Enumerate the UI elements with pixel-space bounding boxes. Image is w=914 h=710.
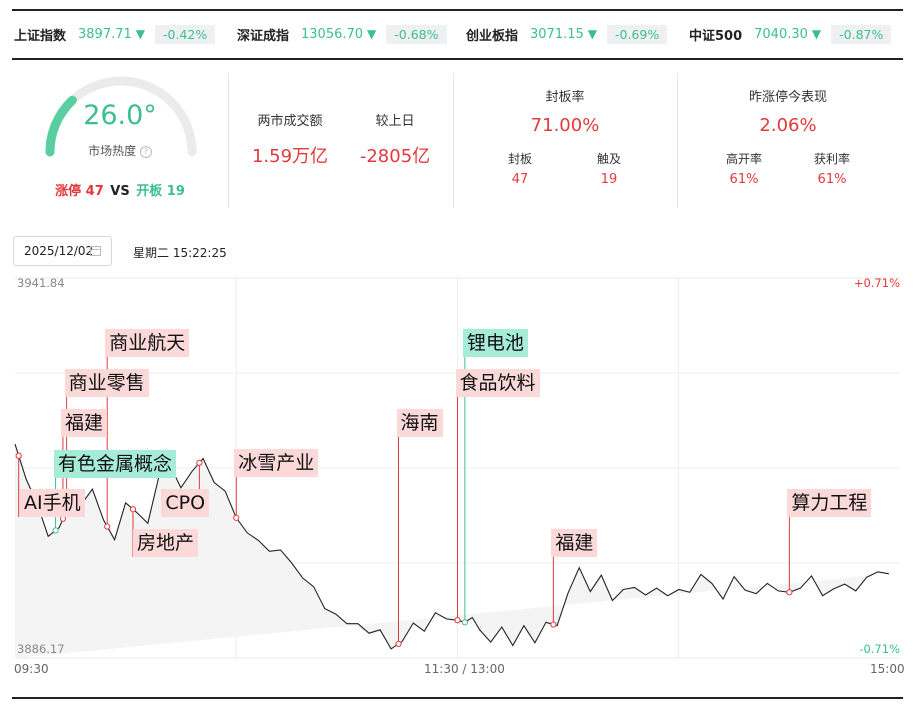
pct-min-label: -0.71% — [859, 642, 900, 656]
annotation-point — [233, 514, 240, 521]
y-min-label: 3886.17 — [17, 642, 65, 656]
sector-tag[interactable]: 福建 — [551, 529, 598, 557]
annotation-point — [129, 506, 137, 513]
x-tick-close: 15:00 — [870, 662, 905, 676]
sector-tag[interactable]: 房地产 — [133, 529, 199, 557]
annotation-point — [196, 459, 203, 466]
x-tick-open: 09:30 — [14, 662, 49, 676]
sector-tag[interactable]: CPO — [161, 489, 210, 517]
y-max-label: 3941.84 — [17, 276, 65, 290]
sector-tag[interactable]: 海南 — [396, 409, 443, 437]
sector-tag[interactable]: 算力工程 — [787, 489, 872, 517]
annotation-point — [395, 640, 402, 648]
sector-tag[interactable]: 商业航天 — [105, 329, 190, 357]
x-tick-mid: 11:30 / 13:00 — [424, 662, 505, 676]
annotation-point — [786, 589, 793, 596]
sector-tag[interactable]: 商业零售 — [64, 369, 149, 397]
pct-max-label: +0.71% — [853, 276, 900, 290]
annotation-point — [550, 621, 557, 628]
annotation-point — [52, 527, 59, 534]
annotation-point — [461, 619, 468, 626]
sector-tag[interactable]: 锂电池 — [462, 329, 528, 357]
sector-tag[interactable]: 有色金属概念 — [54, 450, 177, 478]
sector-tag[interactable]: AI手机 — [20, 489, 85, 517]
sector-tag[interactable]: 食品饮料 — [455, 369, 540, 397]
annotation-point — [104, 523, 111, 530]
annotation-point — [15, 452, 22, 459]
sector-tag[interactable]: 冰雪产业 — [234, 449, 319, 477]
sector-tag[interactable]: 福建 — [60, 409, 107, 437]
annotation-point — [454, 617, 461, 624]
